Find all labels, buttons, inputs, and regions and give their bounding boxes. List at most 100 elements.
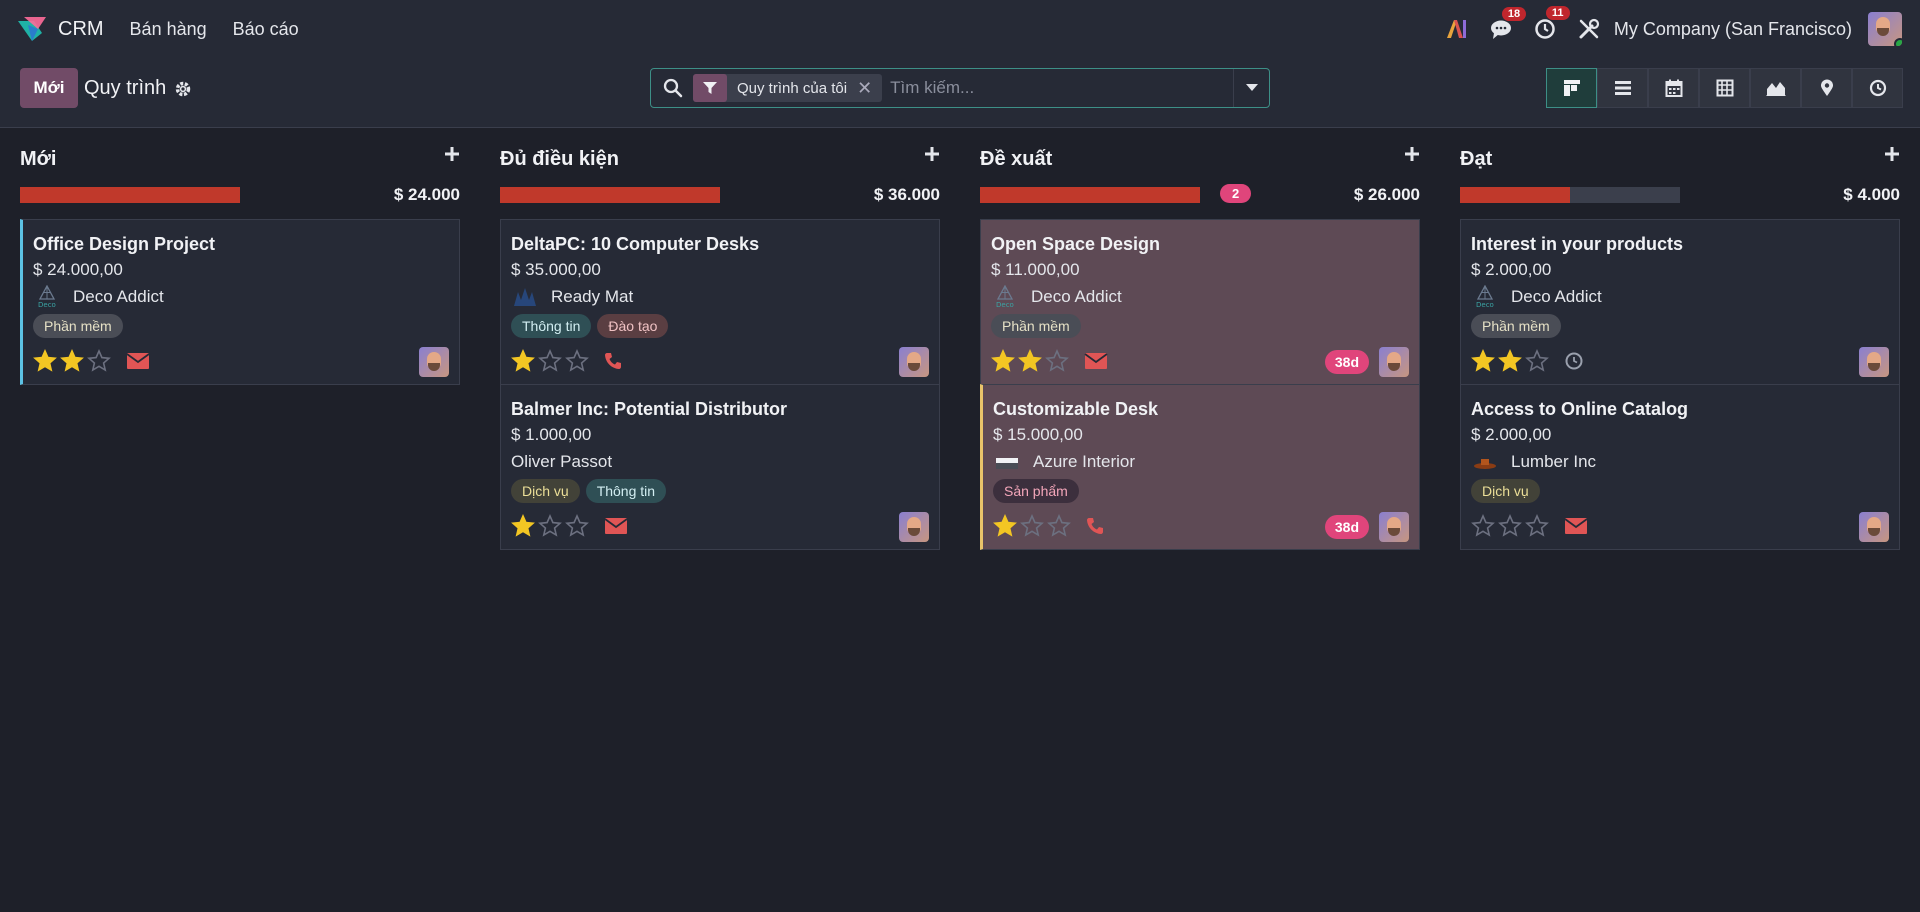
view-switcher [1546,68,1903,108]
star-filled-icon[interactable] [511,514,538,538]
progress-bar[interactable] [20,187,240,203]
star-empty-icon[interactable] [538,349,565,373]
ai-icon[interactable] [1446,19,1468,39]
partner-name: Deco Addict [73,287,164,306]
column-header: Mới $ 24.000 [20,128,460,204]
progress-bar[interactable] [1460,187,1680,203]
email-activity-icon[interactable] [1084,352,1108,370]
new-button[interactable]: Mới [20,68,78,108]
priority-stars [33,349,114,373]
partner-name: Deco Addict [1511,287,1602,306]
activity-clock-icon[interactable]: 11 [1534,6,1570,40]
brand[interactable]: CRM [16,15,104,43]
star-filled-icon[interactable] [33,349,60,373]
email-activity-icon[interactable] [604,517,628,535]
tag: Thông tin [511,314,592,338]
search-input[interactable] [882,70,1233,106]
list-view-button[interactable] [1597,68,1648,108]
star-filled-icon[interactable] [1018,349,1045,373]
search-options-toggle[interactable] [1233,69,1269,107]
email-activity-icon[interactable] [126,352,150,370]
star-filled-icon[interactable] [993,514,1020,538]
kanban-view-button[interactable] [1546,68,1597,108]
star-empty-icon[interactable] [565,349,592,373]
activity-view-button[interactable] [1852,68,1903,108]
card-partner: Deco Deco Addict [33,285,449,309]
menu-sales[interactable]: Bán hàng [130,19,207,40]
card-amount: $ 24.000,00 [33,260,123,279]
plus-icon[interactable] [1404,146,1420,162]
lead-card[interactable]: Interest in your products $ 2.000,00 Deco D… [1460,219,1900,385]
graph-view-button[interactable] [1750,68,1801,108]
column-header: Đủ điều kiện $ 36.000 [500,128,940,204]
gear-icon[interactable] [174,80,192,98]
card-avatar[interactable] [1859,347,1889,377]
calendar-view-button[interactable] [1648,68,1699,108]
progress-bar[interactable] [500,187,720,203]
card-footer [1471,503,1889,549]
star-filled-icon[interactable] [60,349,87,373]
card-avatar[interactable] [899,347,929,377]
control-panel: Mới Quy trình Quy trình của tôi ✕ [0,58,1920,128]
plus-icon[interactable] [444,146,460,162]
column-title[interactable]: Đề xuất [980,148,1052,171]
tag-list: Thông tin Đào tạo [511,314,929,338]
column-title[interactable]: Mới [20,148,56,171]
lead-card[interactable]: Open Space Design $ 11.000,00 Deco Deco Add… [980,219,1420,385]
lead-card[interactable]: Balmer Inc: Potential Distributor $ 1.000… [500,384,940,550]
close-icon[interactable]: ✕ [857,78,872,99]
user-avatar[interactable] [1868,12,1902,46]
card-title: Access to Online Catalog [1471,399,1689,419]
star-filled-icon[interactable] [1498,349,1525,373]
card-partner: Ready Mat [511,286,929,308]
tag-list: Dịch vụ Thông tin [511,479,929,503]
star-empty-icon[interactable] [1471,514,1498,538]
search-icon[interactable] [663,78,683,98]
card-avatar[interactable] [1859,512,1889,542]
priority-stars [1471,349,1552,373]
lead-card[interactable]: Customizable Desk $ 15.000,00 Azure Interi… [980,384,1420,550]
star-empty-icon[interactable] [1498,514,1525,538]
star-filled-icon[interactable] [1471,349,1498,373]
card-list: DeltaPC: 10 Computer Desks $ 35.000,00 Rea… [500,219,940,550]
company-switcher[interactable]: My Company (San Francisco) [1614,19,1852,40]
tag: Dịch vụ [511,479,580,503]
lead-card[interactable]: DeltaPC: 10 Computer Desks $ 35.000,00 Rea… [500,219,940,385]
phone-activity-icon[interactable] [1086,517,1104,535]
clock-activity-icon[interactable] [1564,351,1584,371]
plus-icon[interactable] [1884,146,1900,162]
pivot-view-button[interactable] [1699,68,1750,108]
star-empty-icon[interactable] [1525,349,1552,373]
star-empty-icon[interactable] [1045,349,1072,373]
star-empty-icon[interactable] [87,349,114,373]
column-title[interactable]: Đạt [1460,148,1492,171]
map-view-button[interactable] [1801,68,1852,108]
card-footer: 38d [991,338,1409,384]
menu-reporting[interactable]: Báo cáo [233,19,299,40]
pivot-icon [1716,79,1733,97]
card-avatar[interactable] [419,347,449,377]
lead-card[interactable]: Access to Online Catalog $ 2.000,00 Lumber… [1460,384,1900,550]
crm-logo-icon [18,17,46,41]
star-empty-icon[interactable] [1020,514,1047,538]
tools-icon[interactable] [1578,18,1600,40]
card-title: DeltaPC: 10 Computer Desks [511,234,760,254]
star-empty-icon[interactable] [1525,514,1552,538]
star-empty-icon[interactable] [538,514,565,538]
star-filled-icon[interactable] [511,349,538,373]
card-avatar[interactable] [1379,347,1409,377]
star-empty-icon[interactable] [565,514,592,538]
deco-addict-logo-icon: Deco [33,285,61,309]
card-avatar[interactable] [1379,512,1409,542]
progress-bar[interactable] [980,187,1200,203]
phone-activity-icon[interactable] [604,352,622,370]
email-activity-icon[interactable] [1564,517,1588,535]
plus-icon[interactable] [924,146,940,162]
star-empty-icon[interactable] [1047,514,1074,538]
chat-icon[interactable]: 18 [1490,7,1527,39]
card-avatar[interactable] [899,512,929,542]
card-amount: $ 15.000,00 [993,425,1083,444]
lead-card[interactable]: Office Design Project $ 24.000,00 Deco Deco… [20,219,460,385]
column-title[interactable]: Đủ điều kiện [500,148,619,171]
star-filled-icon[interactable] [991,349,1018,373]
